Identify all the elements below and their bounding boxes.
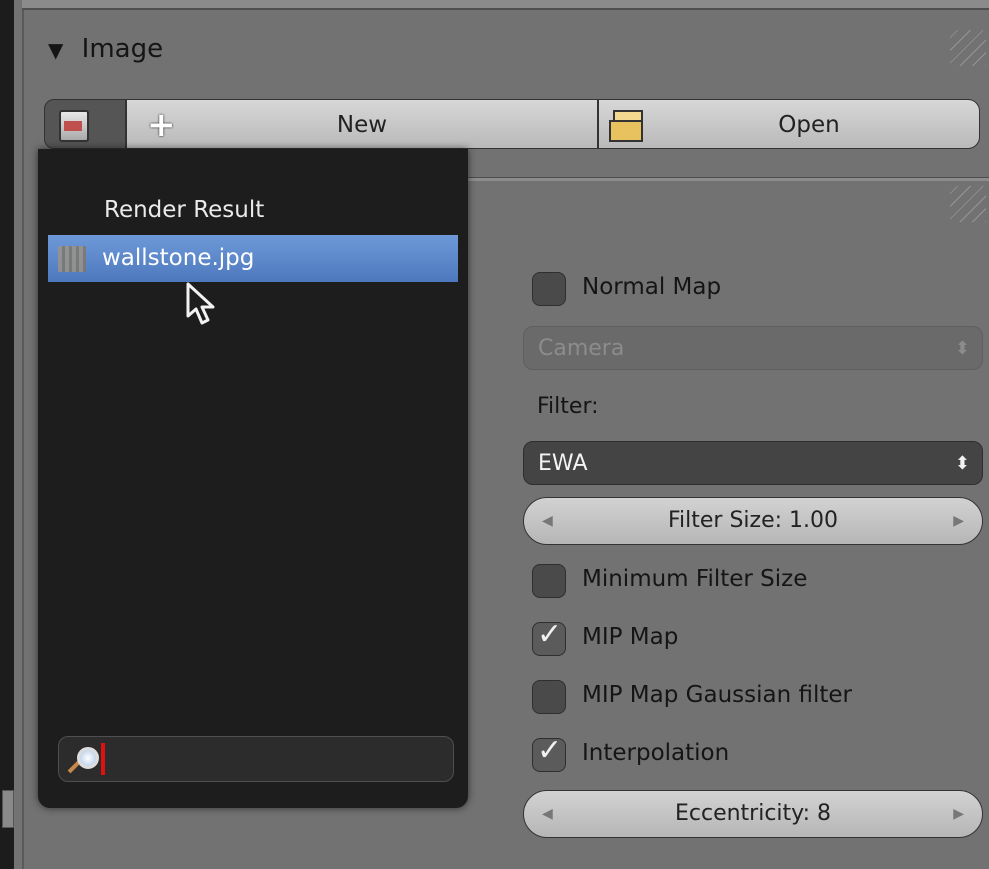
triangle-down-icon: ▼ [48,38,64,62]
mip-map-gaussian-label: MIP Map Gaussian filter [582,682,852,708]
filter-type-select[interactable]: EWA ⬍ [523,441,983,485]
text-caret [101,743,105,775]
panel-top-divider [22,0,989,10]
eccentricity-text: Eccentricity: 8 [674,801,831,826]
checkbox-box: ✓ [532,733,566,772]
filter-size-text: Filter Size: 1.00 [667,508,839,533]
image-browse-icon [59,110,89,142]
dropdown-item-render-result[interactable]: Render Result [48,187,458,234]
decrement-arrow-icon[interactable]: ◀ [542,791,553,837]
updown-arrows-icon: ⬍ [954,338,970,359]
minimum-filter-size-label: Minimum Filter Size [582,566,808,592]
filter-type-value: EWA [538,451,588,476]
filter-label: Filter: [537,394,599,419]
new-image-button[interactable]: + New [126,99,598,149]
dropdown-search-input[interactable] [58,736,454,782]
image-panel-header[interactable]: ▼ Image [48,34,163,64]
checkbox-box [532,680,566,714]
eccentricity-field[interactable]: ◀ Eccentricity: 8 ▶ [523,790,983,838]
image-thumbnail-icon [58,246,86,272]
decrement-arrow-icon[interactable]: ◀ [542,498,553,544]
item-label: wallstone.jpg [102,245,255,271]
section-grip-icon[interactable] [950,186,986,222]
magnifier-icon [65,743,99,777]
browse-image-button[interactable] [44,99,126,149]
updown-arrows-icon: ⬍ [954,453,970,474]
checkbox-box: ✓ [532,617,566,656]
edge-handle[interactable] [2,790,14,828]
check-mark-icon: ✓ [537,733,563,768]
panel-grip-icon[interactable] [950,30,986,66]
window-edge [0,0,14,869]
increment-arrow-icon[interactable]: ▶ [953,498,964,544]
open-image-button[interactable]: Open [598,99,980,149]
image-new-open-row: + New Open [44,99,980,149]
new-label: New [336,112,388,138]
panel-title: Image [81,34,164,64]
checkbox-box [532,564,566,598]
normal-space-select[interactable]: Camera ⬍ [523,326,983,370]
normal-map-label: Normal Map [582,274,722,300]
normal-space-value: Camera [538,336,625,361]
filter-size-field[interactable]: ◀ Filter Size: 1.00 ▶ [523,497,983,545]
dropdown-item-wallstone[interactable]: wallstone.jpg [48,235,458,282]
mip-map-label: MIP Map [582,624,679,650]
open-label: Open [778,112,840,138]
increment-arrow-icon[interactable]: ▶ [953,791,964,837]
image-browse-dropdown: Render Result wallstone.jpg [38,149,468,808]
item-label: Render Result [104,197,265,223]
interpolation-label: Interpolation [582,740,730,766]
checkbox-box [532,272,566,306]
check-mark-icon: ✓ [537,617,563,652]
mouse-pointer-icon [186,282,215,325]
